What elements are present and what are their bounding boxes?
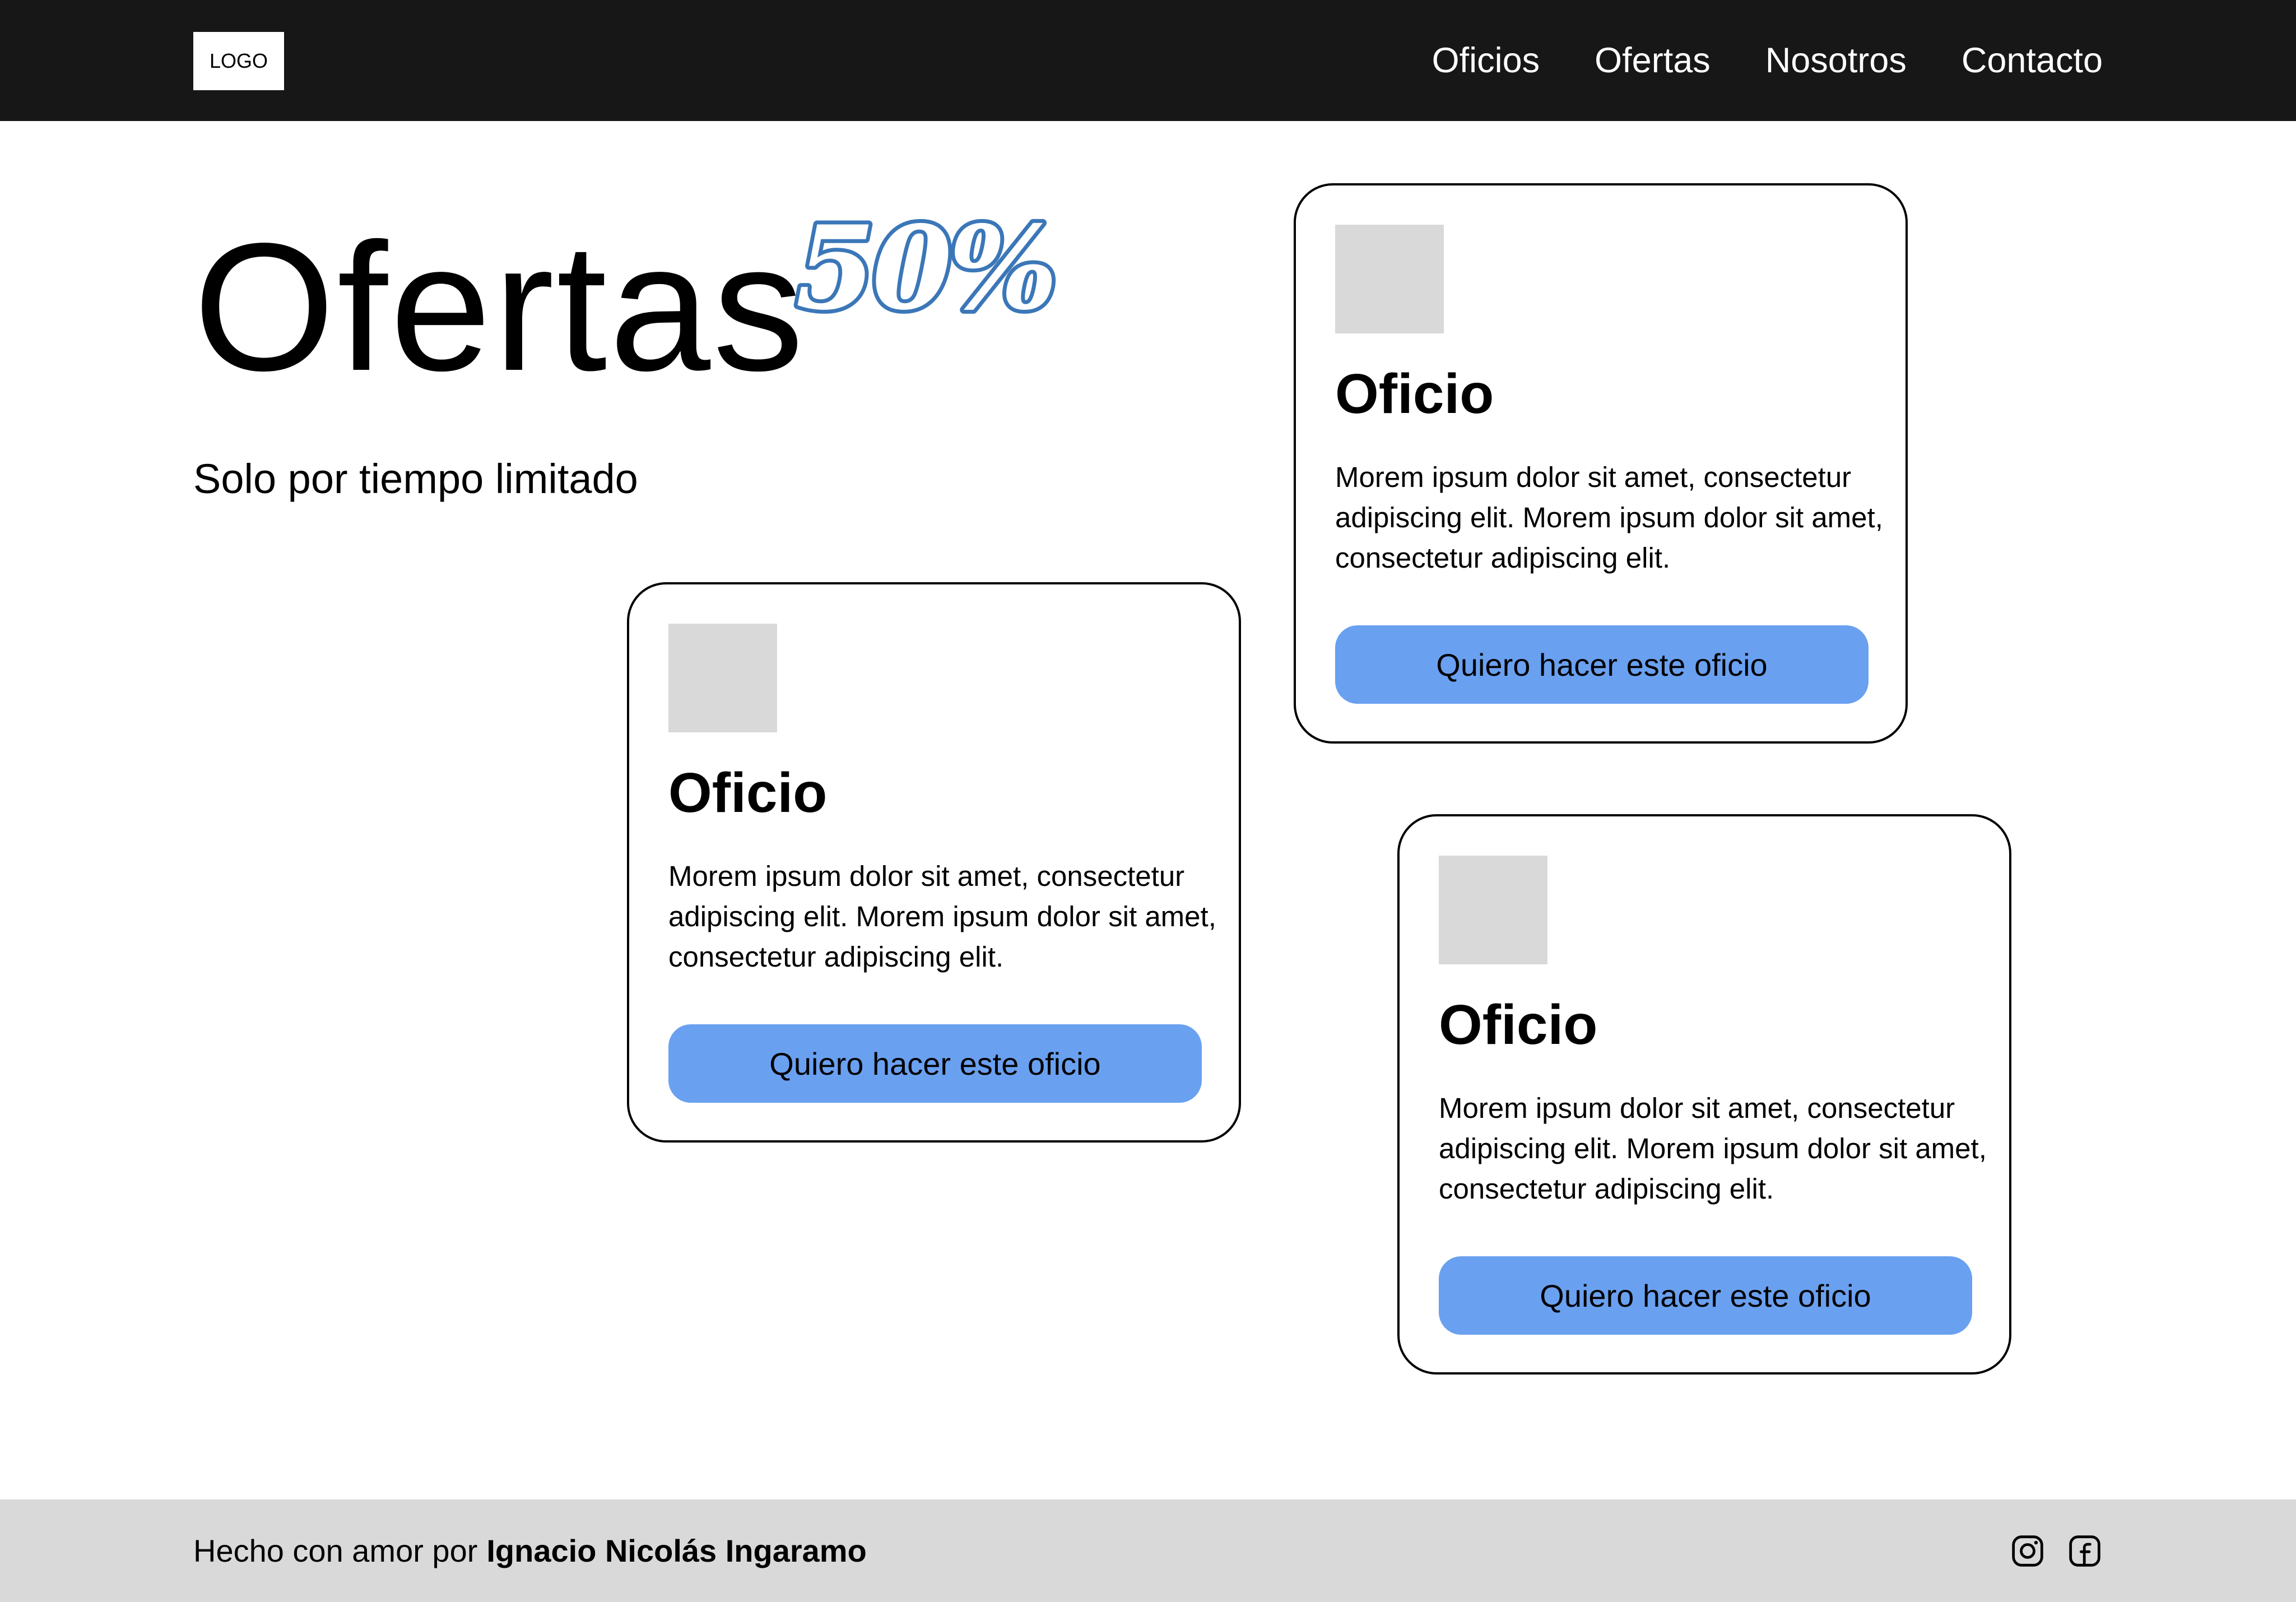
nav-link-oficios[interactable]: Oficios bbox=[1432, 40, 1540, 81]
nav-link-ofertas[interactable]: Ofertas bbox=[1595, 40, 1711, 81]
card-description: Morem ipsum dolor sit amet, consectetur … bbox=[668, 860, 1216, 973]
page-title: Ofertas bbox=[193, 205, 806, 408]
nav-link-contacto[interactable]: Contacto bbox=[1962, 40, 2103, 81]
instagram-icon[interactable] bbox=[2010, 1533, 2046, 1569]
card-image-placeholder bbox=[1335, 225, 1444, 333]
card-title: Oficio bbox=[668, 761, 828, 824]
discount-badge-text: 50% bbox=[796, 201, 1054, 325]
nav-links: Oficios Ofertas Nosotros Contacto bbox=[1432, 0, 2103, 121]
footer-credit-prefix: Hecho con amor por bbox=[193, 1533, 478, 1568]
page-subtitle: Solo por tiempo limitado bbox=[193, 456, 638, 502]
discount-badge: 50% bbox=[790, 196, 1093, 325]
card-cta-button[interactable]: Quiero hacer este oficio bbox=[1335, 625, 1869, 704]
footer-credit: Hecho con amor por Ignacio Nicolás Ingar… bbox=[193, 1499, 867, 1602]
social-links bbox=[2010, 1499, 2103, 1602]
offer-card: Oficio Morem ipsum dolor sit amet, conse… bbox=[1397, 814, 2011, 1375]
logo[interactable]: LOGO bbox=[193, 32, 284, 90]
offer-card: Oficio Morem ipsum dolor sit amet, conse… bbox=[627, 582, 1241, 1143]
card-image-placeholder bbox=[668, 624, 777, 732]
footer: Hecho con amor por Ignacio Nicolás Ingar… bbox=[0, 1499, 2296, 1602]
card-title: Oficio bbox=[1335, 363, 1494, 425]
card-cta-button[interactable]: Quiero hacer este oficio bbox=[668, 1024, 1202, 1103]
footer-author: Ignacio Nicolás Ingaramo bbox=[486, 1533, 867, 1568]
offer-card: Oficio Morem ipsum dolor sit amet, conse… bbox=[1294, 183, 1908, 744]
card-description: Morem ipsum dolor sit amet, consectetur … bbox=[1335, 461, 1883, 574]
facebook-icon[interactable] bbox=[2067, 1533, 2103, 1569]
card-cta-button[interactable]: Quiero hacer este oficio bbox=[1439, 1256, 1972, 1335]
nav-link-nosotros[interactable]: Nosotros bbox=[1765, 40, 1907, 81]
card-image-placeholder bbox=[1439, 856, 1547, 964]
card-description: Morem ipsum dolor sit amet, consectetur … bbox=[1439, 1092, 1987, 1205]
card-title: Oficio bbox=[1439, 993, 1598, 1056]
top-navbar: LOGO Oficios Ofertas Nosotros Contacto bbox=[0, 0, 2296, 121]
